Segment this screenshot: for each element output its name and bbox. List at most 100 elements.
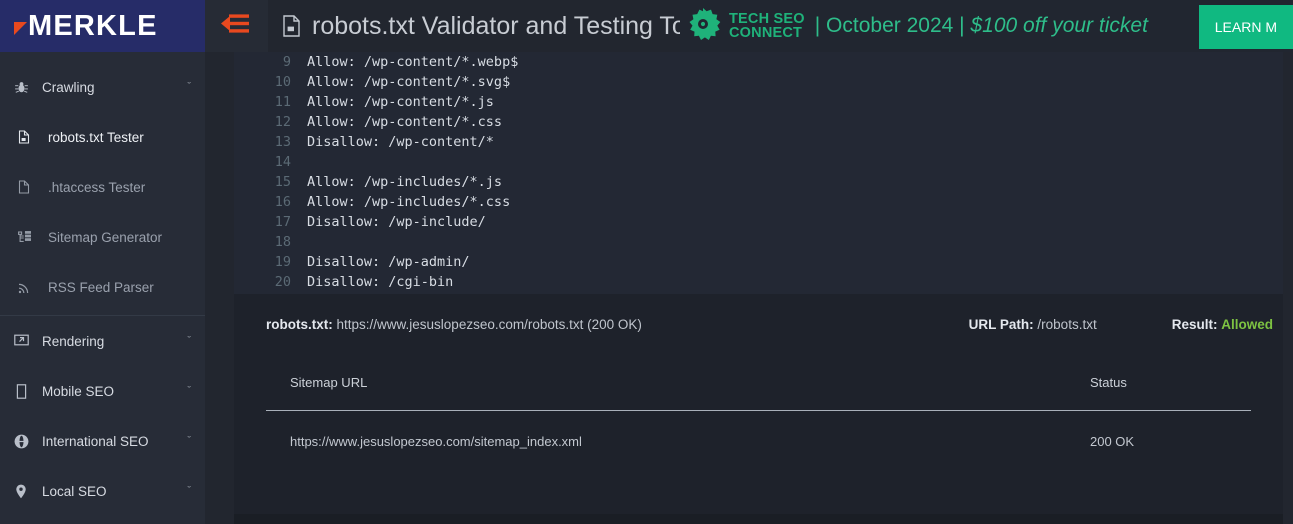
line-number: 9	[282, 54, 291, 70]
sidebar-item-label: Mobile SEO	[42, 383, 115, 399]
line-number: 16	[274, 194, 291, 210]
chevron-down-icon: ˇ	[187, 334, 191, 347]
code-line: 9 Allow: /wp-content/*.webp$	[265, 52, 1283, 72]
brand-name: MERKLE	[28, 9, 158, 42]
line-text: Disallow: /wp-admin/	[307, 254, 470, 270]
sidebar-item-label: RSS Feed Parser	[48, 279, 154, 295]
triangle-logo-mark	[14, 21, 27, 35]
promo-message: | October 2024 | $100 off your ticket	[815, 14, 1148, 38]
promo-logo-line1: TECH SEO	[729, 11, 805, 27]
column-header-status: Status	[1090, 374, 1127, 390]
sidebar-item-label: Local SEO	[42, 483, 107, 499]
promo-banner[interactable]: TECH SEO CONNECT | October 2024 | $100 o…	[680, 0, 1293, 52]
line-text: Allow: /wp-content/*.js	[307, 94, 494, 110]
sitemap-table-header: Sitemap URL Status	[234, 354, 1283, 410]
code-line: 13 Disallow: /wp-content/*	[265, 132, 1283, 152]
learn-more-button[interactable]: LEARN M	[1198, 5, 1293, 49]
sidebar-nav: Crawling ˇ robots.txt Tester .htaccess T…	[0, 52, 205, 524]
sidebar-item-label: Crawling	[42, 79, 95, 95]
url-path-group: URL Path: /robots.txt	[969, 317, 1097, 332]
code-line: 20 Disallow: /cgi-bin	[265, 272, 1283, 292]
file-icon	[14, 128, 34, 146]
sidebar-item-crawling[interactable]: Crawling ˇ	[0, 62, 205, 112]
code-line: 12 Allow: /wp-content/*.css	[265, 112, 1283, 132]
sidebar-item-label: .htaccess Tester	[48, 179, 146, 195]
sidebar-item-international-seo[interactable]: International SEO ˇ	[0, 416, 205, 466]
sitemap-url-value[interactable]: https://www.jesuslopezseo.com/sitemap_in…	[290, 434, 1090, 449]
sitemap-table: Sitemap URL Status https://www.jesuslope…	[234, 354, 1283, 524]
robots-txt-label: robots.txt:	[266, 316, 333, 332]
sidebar-item-htaccess-tester[interactable]: .htaccess Tester	[0, 162, 205, 212]
result-summary: URL Path: /robots.txt Result: Allowed	[969, 317, 1273, 332]
code-line: 15 Allow: /wp-includes/*.js	[265, 172, 1283, 192]
sidebar-item-rss-feed-parser[interactable]: RSS Feed Parser	[0, 262, 205, 312]
globe-icon	[11, 432, 31, 450]
line-number: 10	[274, 74, 291, 90]
bug-icon	[11, 78, 31, 96]
robots-txt-url: https://www.jesuslopezseo.com/robots.txt…	[336, 316, 642, 332]
chevron-down-icon: ˇ	[187, 434, 191, 447]
code-line: 18	[265, 232, 1283, 252]
code-line: 19 Disallow: /wp-admin/	[265, 252, 1283, 272]
phone-icon	[11, 382, 31, 400]
brand-logo[interactable]: MERKLE	[0, 0, 205, 52]
tech-seo-connect-logo: TECH SEO CONNECT	[682, 3, 805, 50]
line-text: Disallow: /wp-include/	[307, 214, 486, 230]
line-text: Disallow: /cgi-bin	[307, 274, 454, 290]
code-line: 10 Allow: /wp-content/*.svg$	[265, 72, 1283, 92]
collapse-left-arrow-icon	[221, 11, 252, 41]
sidebar-item-robots-txt-tester[interactable]: robots.txt Tester	[0, 112, 205, 162]
map-pin-icon	[11, 482, 31, 500]
line-text: Allow: /wp-includes/*.js	[307, 174, 503, 190]
sidebar-item-local-seo[interactable]: Local SEO ˇ	[0, 466, 205, 516]
code-line: 11 Allow: /wp-content/*.js	[265, 92, 1283, 112]
chevron-down-icon: ˇ	[187, 384, 191, 397]
sitemap-icon	[14, 228, 34, 246]
url-path-label: URL Path:	[968, 316, 1034, 332]
promo-offer: $100 off your ticket	[970, 14, 1148, 37]
right-edge-strip	[1283, 52, 1293, 524]
result-group: Result: Allowed	[1172, 317, 1273, 332]
line-number: 17	[274, 214, 291, 230]
sidebar-item-label: robots.txt Tester	[48, 129, 144, 145]
line-number: 13	[274, 134, 291, 150]
status-badge: Allowed	[1221, 316, 1273, 332]
code-line: 14	[265, 152, 1283, 172]
line-text: Allow: /wp-includes/*.css	[307, 194, 511, 210]
line-number: 15	[274, 174, 291, 190]
chevron-down-icon: ˇ	[187, 80, 191, 93]
line-text: Allow: /wp-content/*.webp$	[307, 54, 519, 70]
promo-date: October 2024	[826, 14, 954, 37]
line-number: 19	[274, 254, 291, 270]
sitemap-status-value: 200 OK	[1090, 433, 1135, 449]
promo-separator-1: |	[814, 14, 821, 37]
table-row[interactable]: https://www.jesuslopezseo.com/sitemap_in…	[234, 411, 1283, 471]
line-number: 12	[274, 114, 291, 130]
line-text: Allow: /wp-content/*.svg$	[307, 74, 511, 90]
promo-logo-text: TECH SEO CONNECT	[729, 11, 805, 41]
page-title: robots.txt Validator and Testing Tool	[312, 11, 706, 40]
code-line: 17 Disallow: /wp-include/	[265, 212, 1283, 232]
robots-txt-source: robots.txt: https://www.jesuslopezseo.co…	[266, 317, 642, 332]
monitor-icon	[11, 332, 31, 350]
line-number: 11	[274, 94, 291, 110]
validation-result-bar: robots.txt: https://www.jesuslopezseo.co…	[234, 294, 1283, 354]
sidebar-item-label: Sitemap Generator	[48, 229, 163, 245]
code-lines: 9 Allow: /wp-content/*.webp$ 10 Allow: /wp-…	[234, 52, 1283, 292]
sidebar-item-label: Rendering	[42, 333, 105, 349]
sidebar-item-serp-ranking[interactable]: SERP & Ranking ˇ	[0, 516, 205, 524]
url-path-value: /robots.txt	[1037, 316, 1097, 332]
chevron-down-icon: ˇ	[187, 484, 191, 497]
line-number: 14	[274, 154, 291, 170]
app-root: MERKLE Crawling ˇ robots.txt Tester .hta…	[0, 0, 1293, 524]
line-number: 18	[274, 234, 291, 250]
sidebar-item-rendering[interactable]: Rendering ˇ	[0, 316, 205, 366]
sidebar-item-sitemap-generator[interactable]: Sitemap Generator	[0, 212, 205, 262]
robots-txt-code-editor[interactable]: 9 Allow: /wp-content/*.webp$ 10 Allow: /wp-…	[234, 52, 1283, 294]
sidebar-item-label: International SEO	[42, 433, 149, 449]
promo-logo-line2: CONNECT	[729, 25, 803, 41]
sidebar-collapse-button[interactable]	[205, 0, 268, 52]
file-icon	[14, 178, 34, 196]
sidebar-item-mobile-seo[interactable]: Mobile SEO ˇ	[0, 366, 205, 416]
line-text: Disallow: /wp-content/*	[307, 134, 494, 150]
